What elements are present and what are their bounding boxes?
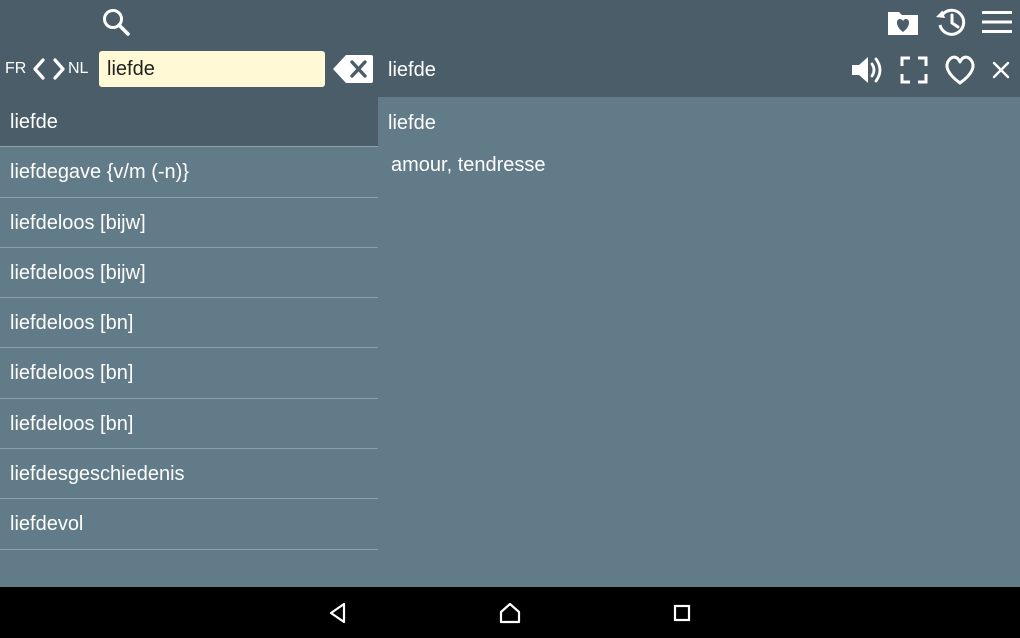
word-list-item[interactable]: liefdegave {v/m (-n)} <box>0 147 378 198</box>
top-bar: FR NL liefde <box>0 0 1020 97</box>
word-list-item[interactable]: liefdesgeschiedenis <box>0 449 378 500</box>
word-list-item[interactable]: liefdeloos [bn] <box>0 298 378 349</box>
history-icon[interactable] <box>932 3 970 41</box>
word-list-item[interactable]: liefdeloos [bn] <box>0 348 378 399</box>
search-input[interactable] <box>99 51 325 87</box>
word-list-item[interactable]: liefde <box>0 97 378 148</box>
back-icon[interactable] <box>323 598 353 628</box>
word-list: liefde liefdegave {v/m (-n)} liefdeloos [b… <box>0 97 378 587</box>
source-language-label: FR <box>5 60 27 77</box>
word-list-item[interactable]: liefdeloos [bn] <box>0 399 378 450</box>
hamburger-menu-icon[interactable] <box>978 4 1016 40</box>
detail-headword: liefde <box>388 112 436 134</box>
close-icon[interactable] <box>986 54 1016 86</box>
heart-folder-icon[interactable] <box>884 4 922 40</box>
swap-language-button[interactable] <box>30 56 68 82</box>
detail-panel: liefde amour, tendresse <box>378 97 1020 587</box>
header-word: liefde <box>388 59 436 81</box>
word-list-item[interactable]: liefdeloos [bijw] <box>0 248 378 299</box>
recent-apps-icon[interactable] <box>667 598 697 628</box>
home-icon[interactable] <box>495 598 525 628</box>
dictionary-app: FR NL liefde liefde liefde liefdegave {v… <box>0 0 1020 638</box>
backspace-icon <box>333 55 373 83</box>
speaker-icon[interactable] <box>848 52 886 88</box>
search-icon[interactable] <box>98 4 134 40</box>
fullscreen-icon[interactable] <box>896 52 932 88</box>
target-language-label: NL <box>68 60 89 77</box>
word-list-item[interactable]: liefdevol <box>0 499 378 550</box>
word-list-item[interactable]: liefdeloos [bijw] <box>0 198 378 248</box>
heart-outline-icon[interactable] <box>940 51 980 89</box>
detail-translation: amour, tendresse <box>391 154 546 176</box>
swap-arrows-icon <box>33 58 65 80</box>
clear-search-button[interactable] <box>332 53 374 85</box>
system-navigation-bar <box>0 587 1020 638</box>
